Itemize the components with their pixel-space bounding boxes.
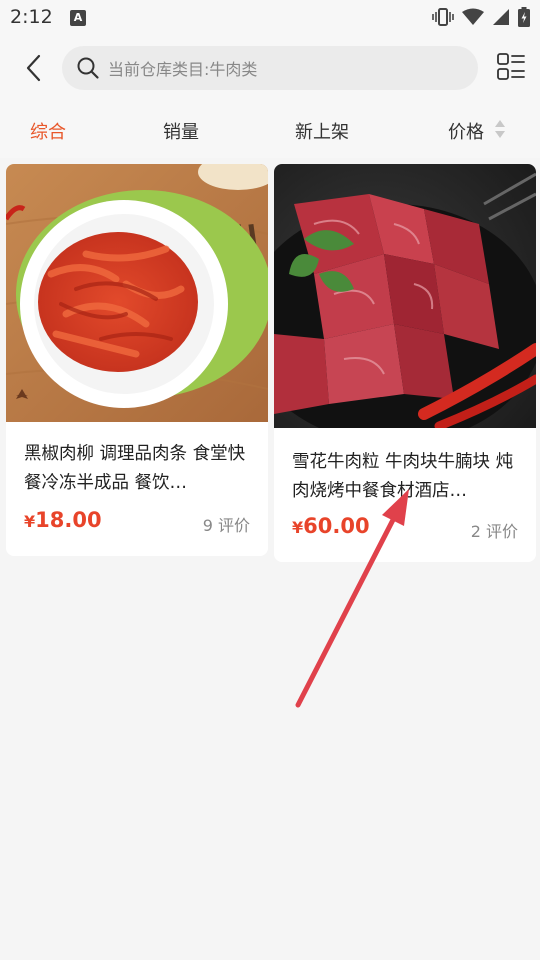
sort-tab-new[interactable]: 新上架 <box>295 118 349 144</box>
price-value: 18.00 <box>35 508 102 532</box>
product-price: ¥18.00 <box>24 508 102 532</box>
product-card[interactable]: 雪花牛肉粒 牛肉块牛腩块 炖肉烧烤中餐食材酒店… ¥60.00 2 评价 <box>274 164 536 562</box>
product-image[interactable] <box>6 164 268 422</box>
search-input[interactable]: 当前仓库类目:牛肉类 <box>62 46 478 90</box>
sort-bar: 综合 销量 新上架 价格 <box>0 100 540 158</box>
product-card[interactable]: 黑椒肉柳 调理品肉条 食堂快餐冷冻半成品 餐饮… ¥18.00 9 评价 <box>6 164 268 556</box>
sort-tab-comprehensive[interactable]: 综合 <box>30 118 66 144</box>
battery-icon <box>518 7 530 27</box>
product-image[interactable] <box>274 164 536 428</box>
status-icons <box>432 6 530 28</box>
vibrate-icon <box>432 8 454 26</box>
sort-tab-price[interactable]: 价格 <box>448 118 484 144</box>
chevron-left-icon <box>26 54 41 82</box>
status-bar: 2:12 A <box>0 0 540 36</box>
price-value: 60.00 <box>303 514 370 538</box>
back-button[interactable] <box>14 48 52 88</box>
wifi-icon <box>462 8 484 25</box>
notification-badge: A <box>70 10 86 26</box>
list-grid-icon <box>497 53 525 80</box>
product-title[interactable]: 黑椒肉柳 调理品肉条 食堂快餐冷冻半成品 餐饮… <box>24 440 252 498</box>
currency-symbol: ¥ <box>24 512 36 531</box>
header: 当前仓库类目:牛肉类 <box>0 36 540 100</box>
status-time: 2:12 <box>10 6 53 28</box>
sort-arrows-icon[interactable] <box>494 119 506 139</box>
currency-symbol: ¥ <box>292 518 304 537</box>
review-count: 9 评价 <box>202 516 250 535</box>
review-count: 2 评价 <box>470 522 518 541</box>
search-icon <box>77 57 99 79</box>
product-price: ¥60.00 <box>292 514 370 538</box>
sort-tab-sales[interactable]: 销量 <box>163 118 199 144</box>
signal-icon <box>493 9 509 25</box>
search-placeholder: 当前仓库类目:牛肉类 <box>108 60 258 79</box>
product-title[interactable]: 雪花牛肉粒 牛肉块牛腩块 炖肉烧烤中餐食材酒店… <box>292 448 520 506</box>
layout-toggle-button[interactable] <box>496 52 526 82</box>
